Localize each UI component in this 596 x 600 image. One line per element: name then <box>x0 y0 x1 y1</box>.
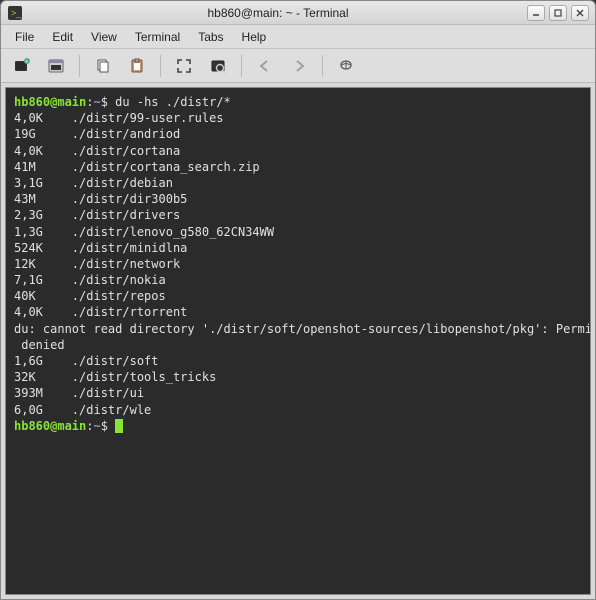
window-controls <box>527 5 589 21</box>
copy-button[interactable] <box>88 53 118 79</box>
terminal-output[interactable]: hb860@main:~$ du -hs ./distr/*4,0K ./dis… <box>5 87 591 595</box>
command-text: du -hs ./distr/* <box>115 95 231 109</box>
titlebar[interactable]: >_ hb860@main: ~ - Terminal <box>1 1 595 25</box>
toolbar-separator <box>79 55 80 77</box>
output-line: 1,6G ./distr/soft <box>14 353 582 369</box>
toolbar-separator <box>241 55 242 77</box>
output-line: 32K ./distr/tools_tricks <box>14 369 582 385</box>
zoom-button[interactable] <box>203 53 233 79</box>
toolbar-separator <box>322 55 323 77</box>
output-line: 524K ./distr/minidlna <box>14 240 582 256</box>
output-line: 43M ./distr/dir300b5 <box>14 191 582 207</box>
error-line: du: cannot read directory './distr/soft/… <box>14 321 582 337</box>
new-tab-button[interactable]: + <box>7 53 37 79</box>
output-line: 41M ./distr/cortana_search.zip <box>14 159 582 175</box>
error-line: denied <box>14 337 582 353</box>
prompt-line: hb860@main:~$ <box>14 418 582 434</box>
output-line: 40K ./distr/repos <box>14 288 582 304</box>
maximize-button[interactable] <box>549 5 567 21</box>
output-line: 7,1G ./distr/nokia <box>14 272 582 288</box>
close-button[interactable] <box>571 5 589 21</box>
app-icon: >_ <box>7 5 23 21</box>
output-line: 4,0K ./distr/cortana <box>14 143 582 159</box>
output-line: 6,0G ./distr/wle <box>14 402 582 418</box>
output-line: 3,1G ./distr/debian <box>14 175 582 191</box>
menubar: File Edit View Terminal Tabs Help <box>1 25 595 49</box>
menu-terminal[interactable]: Terminal <box>127 28 188 46</box>
output-line: 19G ./distr/andriod <box>14 126 582 142</box>
output-line: 1,3G ./distr/lenovo_g580_62CN34WW <box>14 224 582 240</box>
menu-help[interactable]: Help <box>234 28 275 46</box>
next-tab-button[interactable] <box>284 53 314 79</box>
toolbar-separator <box>160 55 161 77</box>
terminal-window: >_ hb860@main: ~ - Terminal File Edit Vi… <box>0 0 596 600</box>
toolbar: + <box>1 49 595 83</box>
cursor <box>115 419 123 433</box>
output-line: 4,0K ./distr/99-user.rules <box>14 110 582 126</box>
menu-file[interactable]: File <box>7 28 42 46</box>
minimize-button[interactable] <box>527 5 545 21</box>
paste-button[interactable] <box>122 53 152 79</box>
output-line: 2,3G ./distr/drivers <box>14 207 582 223</box>
svg-text:+: + <box>25 59 28 65</box>
fullscreen-button[interactable] <box>169 53 199 79</box>
menu-view[interactable]: View <box>83 28 125 46</box>
prompt-line: hb860@main:~$ du -hs ./distr/* <box>14 94 582 110</box>
menu-tabs[interactable]: Tabs <box>190 28 231 46</box>
search-button[interactable] <box>331 53 361 79</box>
output-line: 4,0K ./distr/rtorrent <box>14 304 582 320</box>
svg-text:>_: >_ <box>11 8 22 18</box>
output-line: 12K ./distr/network <box>14 256 582 272</box>
output-line: 393M ./distr/ui <box>14 385 582 401</box>
prev-tab-button[interactable] <box>250 53 280 79</box>
window-title: hb860@main: ~ - Terminal <box>29 6 527 20</box>
menu-edit[interactable]: Edit <box>44 28 81 46</box>
new-window-button[interactable] <box>41 53 71 79</box>
